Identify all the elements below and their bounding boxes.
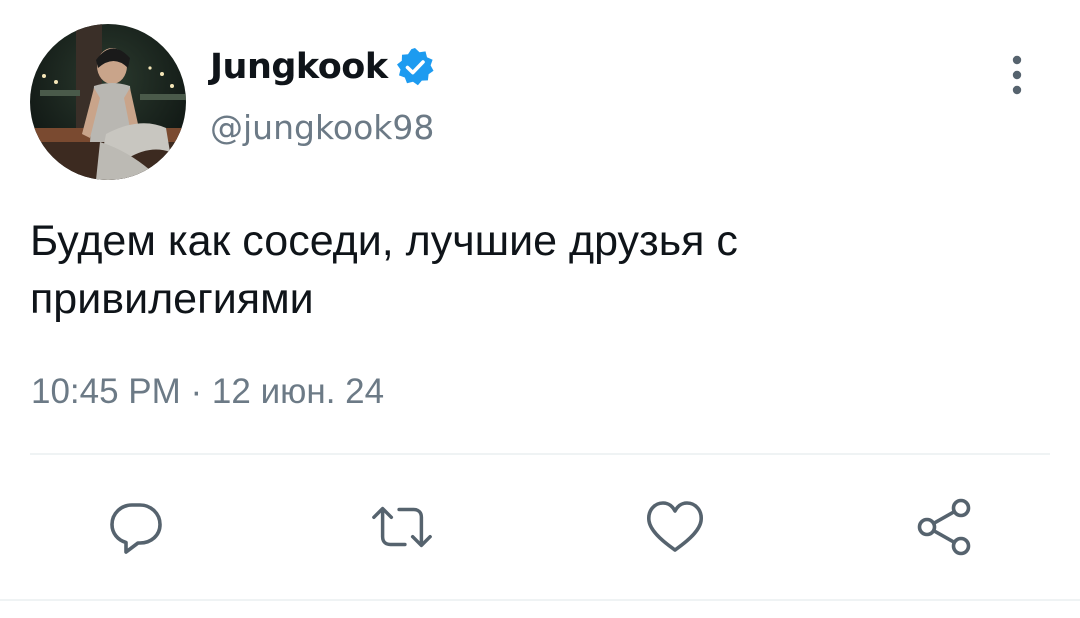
author-name-row: Jungkook (210, 44, 436, 90)
divider (30, 453, 1050, 455)
reply-icon (110, 503, 162, 554)
share-button[interactable] (913, 496, 977, 558)
user-handle[interactable]: @jungkook98 (210, 108, 434, 147)
more-options-icon[interactable] (1000, 52, 1034, 98)
retweet-button[interactable] (370, 496, 434, 558)
verified-badge-icon (394, 46, 436, 88)
retweet-icon (372, 506, 432, 548)
avatar[interactable] (30, 24, 186, 180)
like-button[interactable] (643, 496, 707, 558)
display-name[interactable]: Jungkook (210, 47, 388, 87)
bottom-divider (0, 599, 1080, 601)
share-icon (917, 498, 971, 556)
action-bar (0, 496, 1080, 558)
tweet-text: Будем как соседи, лучшие друзья с привил… (30, 217, 738, 323)
tweet-card: Jungkook @jungkook98 Будем как соседи, л… (0, 0, 1080, 618)
reply-button[interactable] (104, 496, 168, 558)
tweet-timestamp[interactable]: 10:45 PM · 12 июн. 24 (31, 372, 384, 412)
like-icon (647, 501, 703, 552)
